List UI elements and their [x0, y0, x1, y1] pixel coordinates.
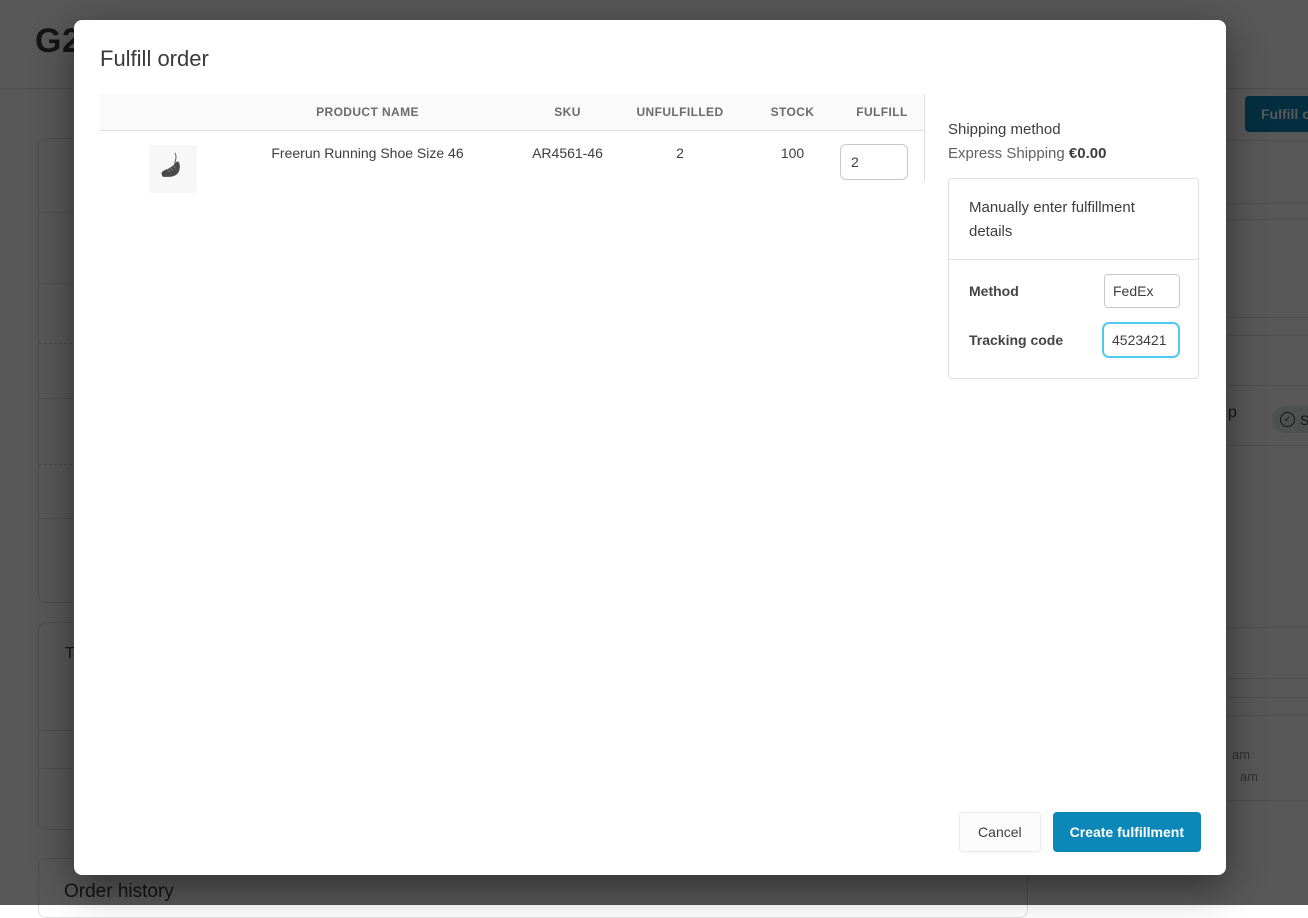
tracking-code-label: Tracking code [969, 332, 1063, 348]
sku-cell: AR4561-46 [520, 131, 615, 201]
tracking-code-field-row: Tracking code [969, 322, 1180, 358]
tracking-code-input[interactable] [1102, 322, 1180, 358]
unfulfilled-column-header: UNFULFILLED [615, 105, 745, 119]
product-name-cell: Freerun Running Shoe Size 46 [215, 131, 520, 201]
modal-title: Fulfill order [100, 46, 209, 72]
product-thumbnail [149, 145, 197, 193]
shipping-panel: Shipping method Express Shipping €0.00 M… [948, 121, 1199, 379]
shipping-price: €0.00 [1069, 145, 1107, 162]
shipping-method-value: Express Shipping €0.00 [948, 145, 1199, 162]
shipping-method-heading: Shipping method [948, 121, 1199, 138]
method-input[interactable] [1104, 274, 1180, 308]
fulfill-column-header: FULFILL [840, 105, 924, 119]
method-field-row: Method [969, 274, 1180, 308]
fulfill-order-modal: Fulfill order PRODUCT NAME SKU UNFULFILL… [74, 20, 1226, 875]
stock-cell: 100 [745, 131, 840, 201]
unfulfilled-cell: 2 [615, 131, 745, 201]
cancel-button[interactable]: Cancel [959, 812, 1041, 852]
stock-column-header: STOCK [745, 105, 840, 119]
table-header-row: PRODUCT NAME SKU UNFULFILLED STOCK FULFI… [100, 94, 924, 131]
method-label: Method [969, 283, 1019, 299]
table-row: Freerun Running Shoe Size 46 AR4561-46 2… [100, 131, 924, 201]
manual-fulfillment-title: Manually enter fulfillment details [949, 179, 1198, 260]
fulfill-items-table: PRODUCT NAME SKU UNFULFILLED STOCK FULFI… [100, 94, 924, 201]
fulfill-quantity-input[interactable] [840, 144, 908, 180]
modal-footer: Cancel Create fulfillment [959, 812, 1201, 852]
sneaker-icon [152, 148, 195, 191]
product-name-column-header: PRODUCT NAME [215, 105, 520, 119]
table-right-divider [924, 94, 925, 182]
create-fulfillment-button[interactable]: Create fulfillment [1053, 812, 1201, 852]
sku-column-header: SKU [520, 105, 615, 119]
manual-fulfillment-box: Manually enter fulfillment details Metho… [948, 178, 1199, 379]
